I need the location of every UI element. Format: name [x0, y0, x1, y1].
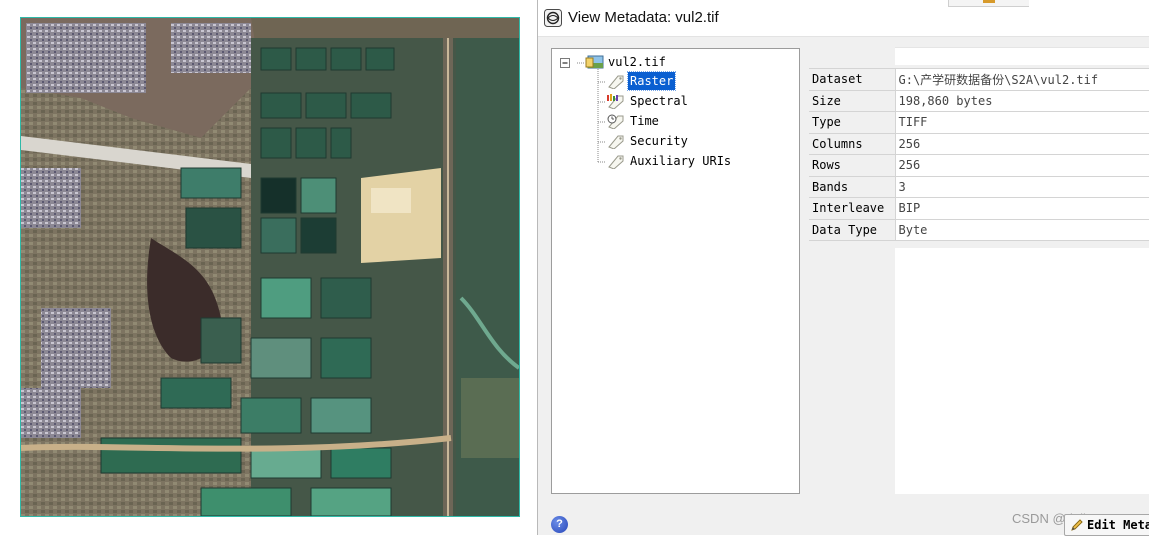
metadata-tree[interactable]: vul2.tif Raster Spectral Time Security A… [551, 48, 800, 494]
property-key: Columns [809, 132, 896, 155]
property-row-bands: Bands 3 [809, 175, 1149, 198]
envi-globe-icon [544, 9, 562, 27]
title-bar[interactable]: View Metadata: vul2.tif [538, 0, 1149, 37]
property-key: Interleave [809, 197, 896, 220]
edit-metadata-button[interactable]: Edit Metadata [1064, 514, 1149, 536]
property-value[interactable]: Byte [894, 218, 1149, 241]
property-row-rows: Rows 256 [809, 154, 1149, 177]
property-key: Type [809, 111, 896, 134]
property-row-size: Size 198,860 bytes [809, 89, 1149, 112]
property-row-interleave: Interleave BIP [809, 197, 1149, 220]
spectral-tag-icon [607, 94, 624, 109]
edit-metadata-label: Edit Metadata [1087, 518, 1149, 532]
property-value[interactable]: TIFF [894, 111, 1149, 134]
tree-root-label: vul2.tif [608, 55, 666, 69]
property-key: Rows [809, 154, 896, 177]
property-row-columns: Columns 256 [809, 132, 1149, 155]
property-value[interactable]: G:\产学研数据备份\S2A\vul2.tif [894, 68, 1149, 91]
property-value[interactable]: BIP [894, 197, 1149, 220]
time-tag-icon [607, 114, 624, 129]
property-value[interactable]: 256 [894, 132, 1149, 155]
collapse-icon[interactable] [560, 58, 570, 68]
property-value[interactable]: 256 [894, 154, 1149, 177]
tree-item-label: Time [630, 114, 659, 128]
property-grid: Dataset G:\产学研数据备份\S2A\vul2.tif Size 198… [809, 68, 1149, 241]
property-row-dataset: Dataset G:\产学研数据备份\S2A\vul2.tif [809, 68, 1149, 91]
property-key: Data Type [809, 218, 896, 241]
property-key: Bands [809, 175, 896, 198]
property-row-data-type: Data Type Byte [809, 218, 1149, 241]
property-value[interactable]: 198,860 bytes [894, 89, 1149, 112]
tag-icon [608, 135, 624, 149]
metadata-window: View Metadata: vul2.tif vul2.tif Raster … [537, 0, 1149, 536]
background-window-edge [948, 0, 1029, 7]
property-grid-empty-area [895, 248, 1149, 494]
pencil-icon [1071, 519, 1083, 531]
property-row-type: Type TIFF [809, 111, 1149, 134]
property-grid-header [895, 47, 1149, 65]
raster-file-icon [585, 55, 604, 69]
satellite-image [20, 17, 520, 517]
tag-icon [608, 75, 624, 89]
tree-item-label: Security [630, 134, 688, 148]
help-button[interactable]: ? [551, 516, 568, 533]
property-key: Dataset [809, 68, 896, 91]
property-value[interactable]: 3 [894, 175, 1149, 198]
tag-icon [608, 155, 624, 169]
window-title: View Metadata: vul2.tif [568, 9, 719, 26]
tree-item-label: Raster [626, 71, 677, 91]
tree-item-label: Auxiliary URIs [630, 154, 732, 168]
tree-item-label: Spectral [630, 94, 688, 108]
property-key: Size [809, 89, 896, 112]
